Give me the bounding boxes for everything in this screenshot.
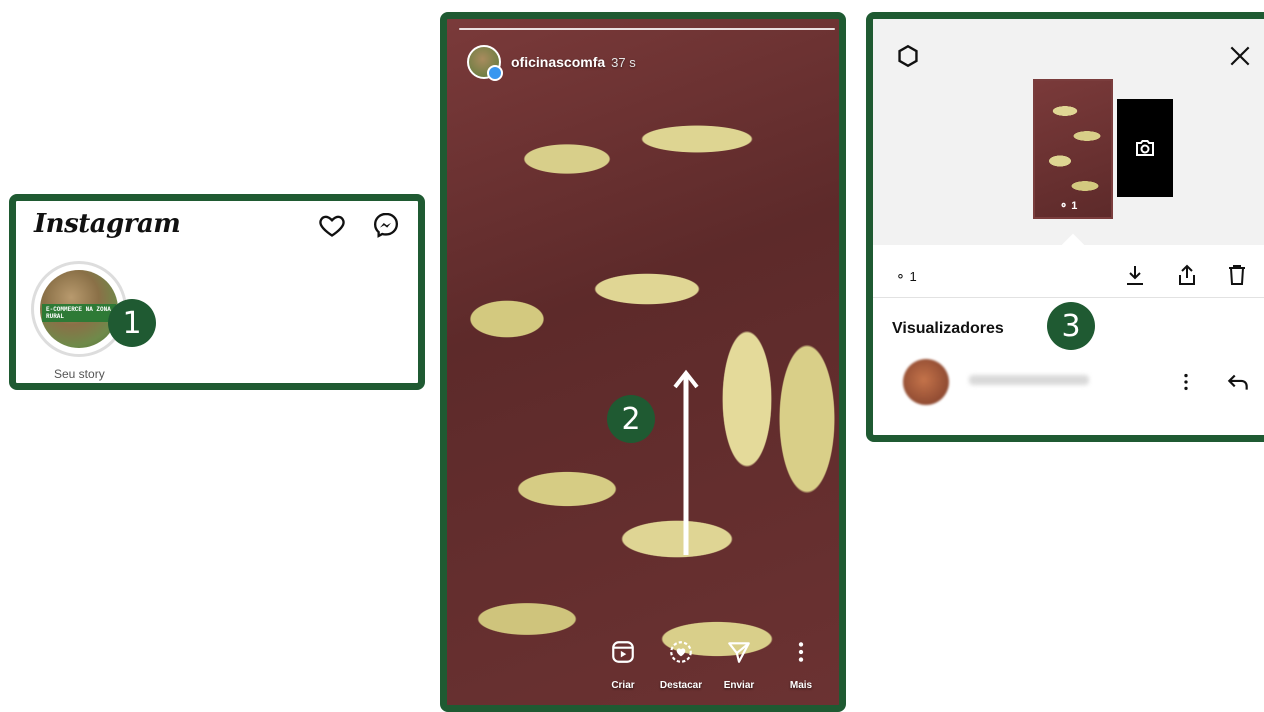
instagram-feed-header-panel: Instagram E-COMMERCE NA ZONA RURAL 1 Seu… (9, 194, 425, 390)
add-story-camera-tile[interactable] (1117, 99, 1173, 197)
more-vertical-icon (798, 642, 804, 662)
viewers-title: Visualizadores (892, 320, 1004, 337)
your-story-label: Seu story (54, 367, 105, 381)
download-icon[interactable] (1123, 263, 1147, 287)
avatar-banner-text: E-COMMERCE NA ZONA RURAL (42, 304, 116, 322)
camera-icon (1136, 140, 1154, 156)
viewer-avatar[interactable] (903, 359, 949, 405)
highlight-button[interactable]: Destacar (651, 639, 711, 691)
send-button[interactable]: Enviar (709, 639, 769, 691)
story-viewers-panel: ⚬ 1 ⚬ 1 Visualizadores 3 (866, 12, 1264, 442)
step-badge-3: 3 (1047, 302, 1095, 350)
story-avatar-image: E-COMMERCE NA ZONA RURAL (40, 270, 118, 348)
create-label: Criar (611, 680, 635, 691)
highlight-heart-icon (670, 641, 692, 663)
add-story-icon (487, 65, 503, 81)
heart-icon[interactable] (318, 211, 346, 239)
more-vertical-icon[interactable] (1175, 371, 1197, 393)
viewer-name-blurred[interactable] (969, 375, 1089, 385)
step-badge-2: 2 (607, 395, 655, 443)
eye-icon: ⚬ (1059, 200, 1069, 212)
thumbnail-view-count: ⚬ 1 (1059, 199, 1077, 212)
story-progress-bar (459, 28, 835, 30)
share-icon[interactable] (1175, 263, 1199, 287)
thumbnail-count-value: 1 (1071, 200, 1078, 212)
highlight-label: Destacar (659, 680, 703, 691)
send-icon (728, 642, 750, 663)
more-label: Mais (789, 680, 813, 691)
divider (873, 297, 1264, 298)
instagram-logo: Instagram (34, 209, 181, 239)
story-thumbnail[interactable] (1033, 79, 1113, 219)
story-photo-bananas[interactable] (447, 19, 839, 705)
reels-icon (612, 641, 634, 663)
trash-icon[interactable] (1225, 263, 1249, 287)
story-viewer-panel: oficinascomfa 37 s 2 Criar Destacar Envi… (440, 12, 846, 712)
more-button[interactable]: Mais (771, 639, 831, 691)
messenger-icon[interactable] (372, 211, 400, 239)
view-count: ⚬ 1 (895, 269, 917, 285)
swipe-up-arrow-icon (673, 369, 699, 555)
settings-icon[interactable] (895, 43, 921, 69)
eye-icon: ⚬ (895, 269, 906, 284)
view-count-value: 1 (909, 269, 917, 284)
story-action-bar: Criar Destacar Enviar Mais (447, 639, 839, 699)
send-label: Enviar (723, 680, 755, 691)
close-icon[interactable] (1227, 43, 1253, 69)
story-timestamp: 37 s (611, 54, 636, 70)
story-user-avatar[interactable] (467, 45, 503, 81)
reply-icon[interactable] (1225, 369, 1251, 395)
create-button[interactable]: Criar (593, 639, 653, 691)
step-badge-1: 1 (108, 299, 156, 347)
story-username[interactable]: oficinascomfa (511, 54, 605, 70)
story-header: oficinascomfa 37 s (467, 45, 636, 81)
